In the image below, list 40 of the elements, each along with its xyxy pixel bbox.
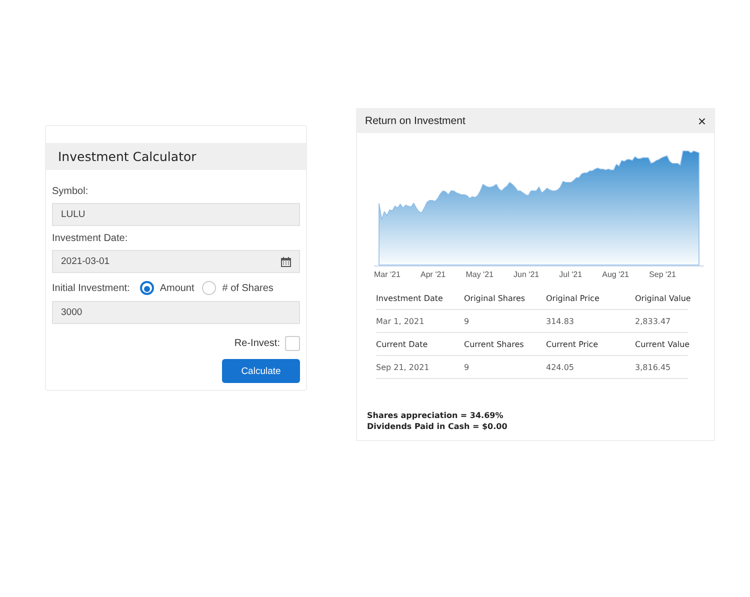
checkbox[interactable] <box>285 336 300 351</box>
table-cell-text: 314.83 <box>546 316 575 326</box>
axis-label: May '21 <box>466 270 494 279</box>
date-field[interactable]: 2021-03-01 <box>52 250 300 273</box>
table-cell-text: 424.05 <box>546 362 575 372</box>
column-header: Original Value <box>635 294 691 302</box>
table-cell-text: 9 <box>464 362 470 372</box>
axis-label: Jul '21 <box>559 270 582 279</box>
table-cell-text: 2,833.47 <box>635 316 672 326</box>
column-header: Investment Date <box>376 294 444 302</box>
checkbox-label: Re-Invest: <box>234 338 280 349</box>
summary-line: Shares appreciation = 34.69% <box>367 410 504 421</box>
input-field[interactable]: LULU <box>52 203 300 226</box>
axis-label: Apr '21 <box>420 270 446 279</box>
table-cell-text: 9 <box>464 316 470 326</box>
axis-label: Jun '21 <box>514 270 540 279</box>
close-button[interactable]: × <box>698 114 706 128</box>
card-title: Investment Calculator <box>46 143 306 170</box>
axis-label: Mar '21 <box>374 270 400 279</box>
panel-title: Return on Investment <box>365 115 466 127</box>
radio-option[interactable]: Amount <box>140 281 194 295</box>
column-header: Current Shares <box>464 340 525 348</box>
axis-label: Sep '21 <box>649 270 676 279</box>
column-header: Current Price <box>546 340 600 348</box>
table-cell-text: 3,816.45 <box>635 362 672 372</box>
calculate-button[interactable]: Calculate <box>222 359 300 383</box>
field-label: Initial Investment: <box>52 282 130 294</box>
column-header: Original Shares <box>464 294 526 302</box>
field-label: Symbol: <box>52 186 90 197</box>
calendar-icon[interactable] <box>281 256 291 266</box>
table-cell-text: Sep 21, 2021 <box>376 362 430 372</box>
column-header: Current Value <box>635 340 690 348</box>
field-label: Investment Date: <box>52 233 129 244</box>
axis-label: Aug '21 <box>602 270 630 279</box>
table-cell-text: Mar 1, 2021 <box>376 316 426 326</box>
summary-line: Dividends Paid in Cash = $0.00 <box>367 421 508 432</box>
column-header: Original Price <box>546 294 600 302</box>
column-header: Current Date <box>376 340 429 348</box>
radio-option[interactable]: # of Shares <box>202 281 274 295</box>
input-field[interactable]: 3000 <box>52 301 300 324</box>
